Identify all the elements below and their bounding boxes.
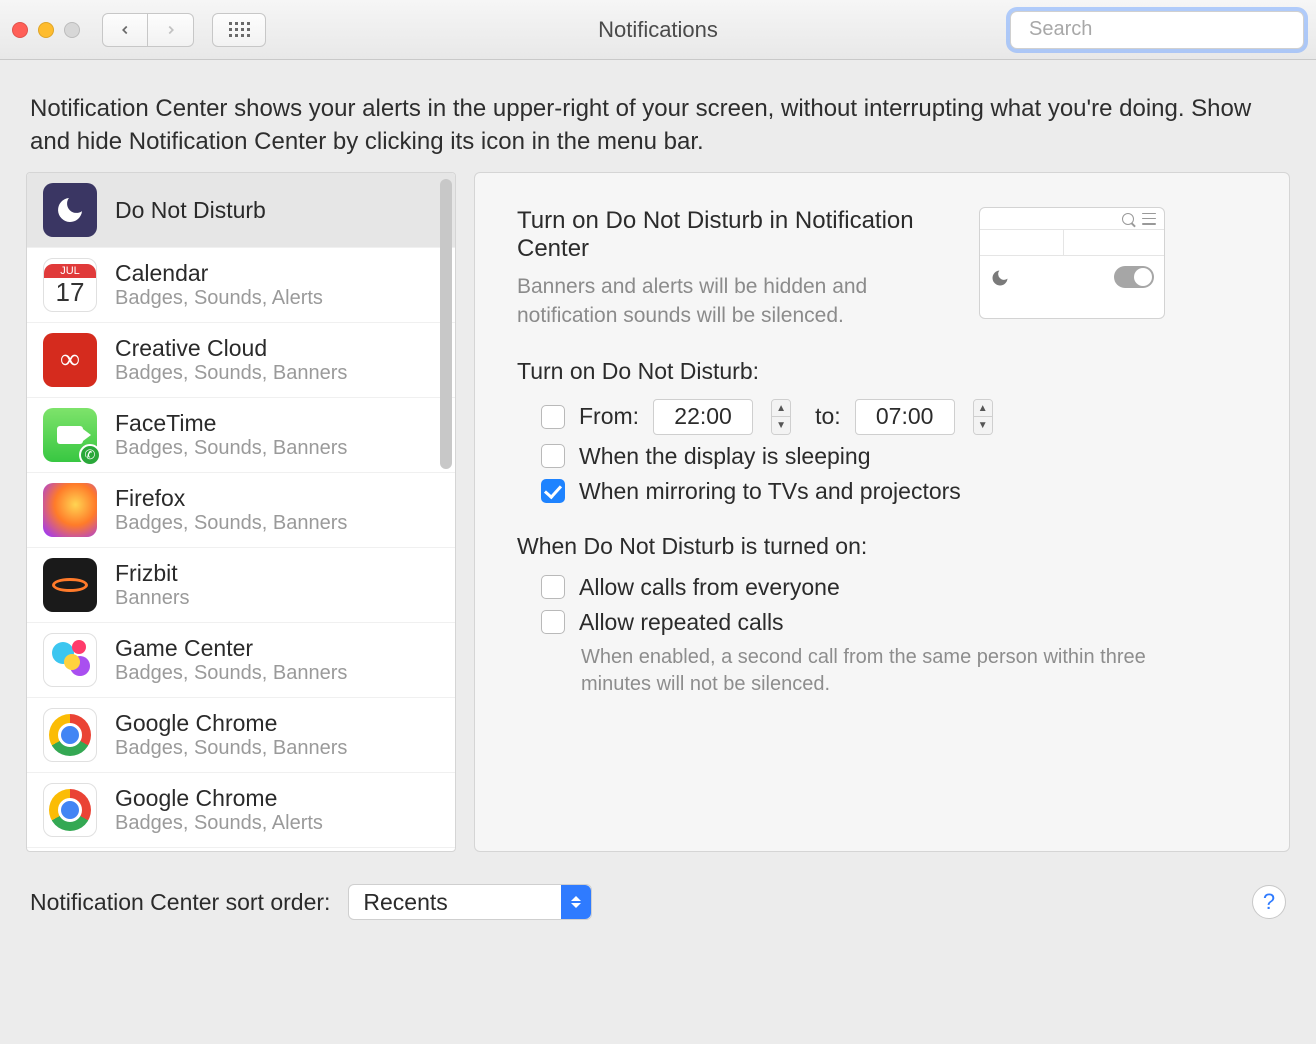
close-window-button[interactable] <box>12 22 28 38</box>
sidebar-item-firefox[interactable]: FirefoxBadges, Sounds, Banners <box>27 473 455 548</box>
from-label: From: <box>579 403 639 430</box>
to-time-input[interactable]: 07:00 <box>855 399 955 435</box>
scrollbar-thumb[interactable] <box>440 179 452 469</box>
dnd-toggle-preview <box>1114 266 1154 288</box>
zoom-window-button[interactable] <box>64 22 80 38</box>
app-subtitle: Badges, Sounds, Banners <box>115 437 347 460</box>
allow-calls-checkbox[interactable] <box>541 575 565 599</box>
app-list: Do Not DisturbJUL17CalendarBadges, Sound… <box>26 172 456 852</box>
app-name: Firefox <box>115 485 347 512</box>
moon-icon <box>990 267 1010 287</box>
to-label: to: <box>815 403 841 430</box>
detail-title: Turn on Do Not Disturb in Notification C… <box>517 207 957 263</box>
app-subtitle: Badges, Sounds, Alerts <box>115 287 323 310</box>
list-icon <box>1142 213 1156 225</box>
forward-button[interactable] <box>148 13 194 47</box>
firefox-icon <box>43 483 97 537</box>
detail-pane: Turn on Do Not Disturb in Notification C… <box>474 172 1290 852</box>
sidebar-item-calendar[interactable]: JUL17 CalendarBadges, Sounds, Alerts <box>27 248 455 323</box>
app-name: Game Center <box>115 635 347 662</box>
notification-center-preview <box>979 207 1165 319</box>
facetime-icon: ✆ <box>43 408 97 462</box>
creative-cloud-icon: ∞ <box>43 333 97 387</box>
app-subtitle: Badges, Sounds, Banners <box>115 512 347 535</box>
from-time-input[interactable]: 22:00 <box>653 399 753 435</box>
app-subtitle: Badges, Sounds, Alerts <box>115 812 323 835</box>
sidebar-item-frizbit[interactable]: FrizbitBanners <box>27 548 455 623</box>
allow-repeated-checkbox[interactable] <box>541 610 565 634</box>
app-name: Frizbit <box>115 560 190 587</box>
pane-description: Notification Center shows your alerts in… <box>0 60 1316 172</box>
scrollbar[interactable] <box>440 179 452 479</box>
app-name: Google Chrome <box>115 785 323 812</box>
sort-order-value: Recents <box>363 889 447 916</box>
app-subtitle: Banners <box>115 587 190 610</box>
allow-repeated-label: Allow repeated calls <box>579 609 784 636</box>
sidebar-item-google-chrome[interactable]: Google ChromeBadges, Sounds, Alerts <box>27 773 455 848</box>
search-icon <box>1122 213 1134 225</box>
display-sleep-checkbox[interactable] <box>541 444 565 468</box>
sidebar-item-do-not-disturb[interactable]: Do Not Disturb <box>27 173 455 248</box>
select-arrows-icon <box>561 885 591 919</box>
app-name: Google Chrome <box>115 710 347 737</box>
search-field[interactable] <box>1010 11 1304 49</box>
titlebar: Notifications <box>0 0 1316 60</box>
repeated-hint: When enabled, a second call from the sam… <box>581 644 1151 698</box>
sidebar-item-facetime[interactable]: ✆ FaceTimeBadges, Sounds, Banners <box>27 398 455 473</box>
when-on-header: When Do Not Disturb is turned on: <box>517 533 1255 560</box>
sidebar-item-creative-cloud[interactable]: ∞ Creative CloudBadges, Sounds, Banners <box>27 323 455 398</box>
to-time-stepper[interactable]: ▲▼ <box>973 399 993 435</box>
app-name: Creative Cloud <box>115 335 347 362</box>
footer: Notification Center sort order: Recents … <box>0 852 1316 920</box>
back-button[interactable] <box>102 13 148 47</box>
from-time-stepper[interactable]: ▲▼ <box>771 399 791 435</box>
app-subtitle: Badges, Sounds, Banners <box>115 662 347 685</box>
search-input[interactable] <box>1029 18 1294 41</box>
calendar-icon: JUL17 <box>43 258 97 312</box>
sidebar-item-game-center[interactable]: Game CenterBadges, Sounds, Banners <box>27 623 455 698</box>
app-name: Calendar <box>115 260 323 287</box>
chevron-left-icon <box>118 23 132 37</box>
show-all-button[interactable] <box>212 13 266 47</box>
sort-order-label: Notification Center sort order: <box>30 889 330 916</box>
chevron-right-icon <box>164 23 178 37</box>
google-chrome-icon <box>43 783 97 837</box>
app-subtitle: Badges, Sounds, Banners <box>115 737 347 760</box>
game-center-icon <box>43 633 97 687</box>
google-chrome-icon <box>43 708 97 762</box>
app-name: Do Not Disturb <box>115 197 266 224</box>
mirroring-label: When mirroring to TVs and projectors <box>579 478 961 505</box>
allow-calls-label: Allow calls from everyone <box>579 574 840 601</box>
grid-icon <box>229 22 250 37</box>
detail-subtitle: Banners and alerts will be hidden and no… <box>517 273 957 330</box>
app-name: FaceTime <box>115 410 347 437</box>
window-controls <box>12 22 80 38</box>
sidebar-item-google-chrome[interactable]: Google ChromeBadges, Sounds, Banners <box>27 698 455 773</box>
nav-buttons <box>102 13 194 47</box>
frizbit-icon <box>43 558 97 612</box>
from-checkbox[interactable] <box>541 405 565 429</box>
help-button[interactable]: ? <box>1252 885 1286 919</box>
display-sleep-label: When the display is sleeping <box>579 443 871 470</box>
app-subtitle: Badges, Sounds, Banners <box>115 362 347 385</box>
do-not-disturb-icon <box>43 183 97 237</box>
schedule-header: Turn on Do Not Disturb: <box>517 358 1255 385</box>
minimize-window-button[interactable] <box>38 22 54 38</box>
mirroring-checkbox[interactable] <box>541 479 565 503</box>
sort-order-select[interactable]: Recents <box>348 884 592 920</box>
